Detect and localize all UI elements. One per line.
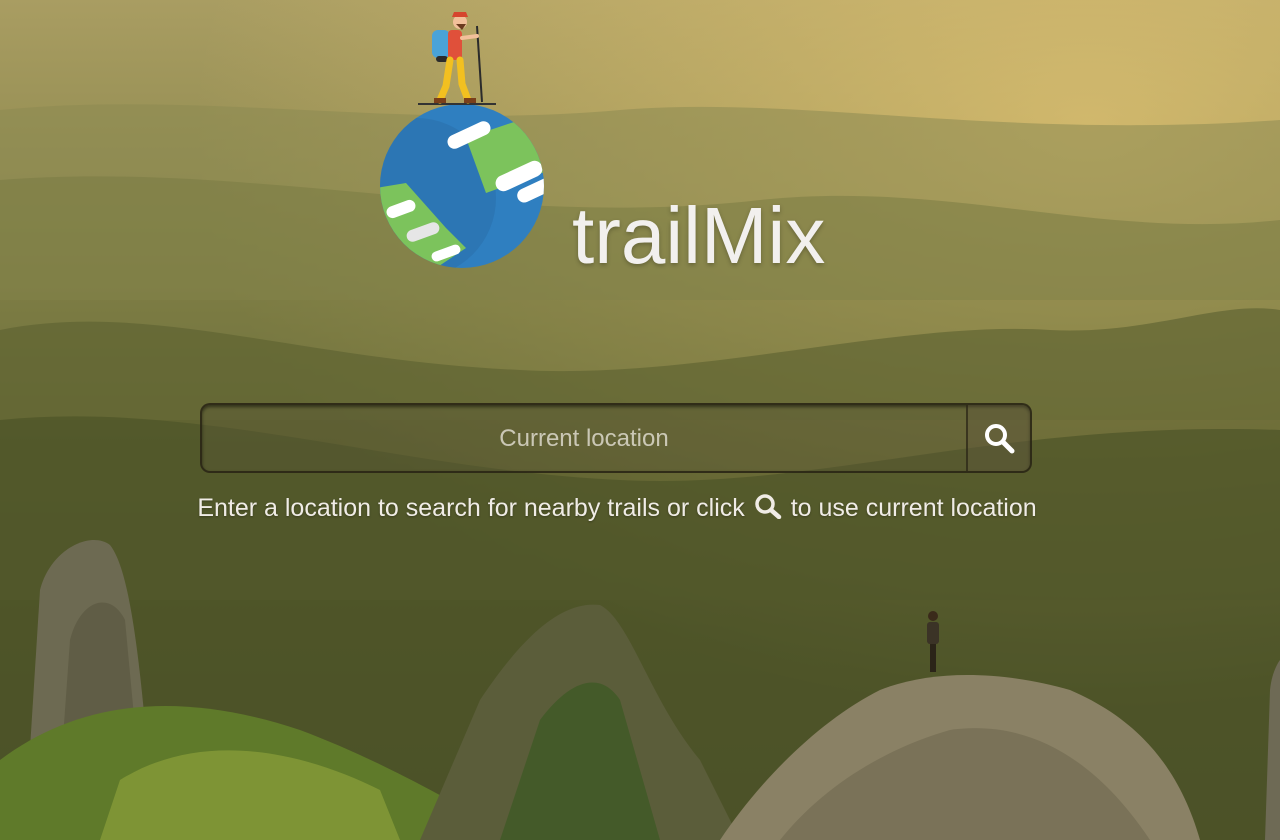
landing-page: trailMix Enter a location to search for … (0, 0, 1280, 840)
search-icon (754, 493, 782, 526)
search-button[interactable] (966, 405, 1030, 471)
search-icon (985, 424, 1015, 454)
location-search-bar (200, 403, 1032, 473)
hiker-on-globe-icon (376, 8, 556, 274)
brand-title: trailMix (572, 191, 826, 280)
search-hint: Enter a location to search for nearby tr… (0, 493, 1234, 526)
location-search-input[interactable] (202, 405, 966, 471)
hint-text-before: Enter a location to search for nearby tr… (197, 494, 745, 522)
hint-text-after: to use current location (790, 494, 1037, 522)
